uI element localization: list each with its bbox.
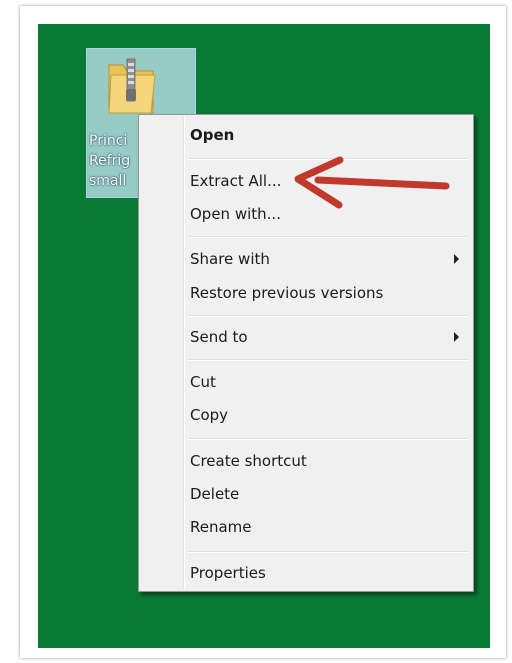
file-name-line-1: Princi: [89, 133, 128, 149]
menu-icon-gutter: [183, 117, 185, 589]
menu-item-label: Properties: [190, 564, 266, 582]
submenu-arrow-icon: [454, 254, 459, 264]
zip-folder-icon: [108, 58, 156, 114]
menu-item-label: Open: [190, 126, 235, 144]
menu-separator: [187, 438, 469, 440]
menu-item-copy[interactable]: Copy: [190, 401, 469, 429]
menu-item-label: Extract All...: [190, 172, 282, 190]
menu-item-label: Restore previous versions: [190, 284, 384, 302]
menu-item-label: Share with: [190, 250, 270, 268]
menu-item-label: Cut: [190, 373, 216, 391]
menu-separator: [187, 551, 469, 553]
menu-separator: [187, 315, 469, 317]
menu-separator: [187, 236, 469, 238]
context-menu: Open Extract All... Open with... Share w…: [138, 114, 474, 592]
menu-item-cut[interactable]: Cut: [190, 368, 469, 396]
menu-item-share-with[interactable]: Share with: [190, 245, 469, 273]
menu-item-send-to[interactable]: Send to: [190, 323, 469, 351]
menu-item-restore-previous-versions[interactable]: Restore previous versions: [190, 279, 469, 307]
menu-item-label: Send to: [190, 328, 248, 346]
menu-item-properties[interactable]: Properties: [190, 559, 469, 587]
menu-item-rename[interactable]: Rename: [190, 513, 469, 541]
menu-item-label: Delete: [190, 485, 240, 503]
submenu-arrow-icon: [454, 332, 459, 342]
file-name-line-2: Refrig: [89, 153, 131, 169]
file-name-label: Princi Refrig small: [89, 131, 139, 191]
menu-separator: [187, 359, 469, 361]
menu-item-open-with[interactable]: Open with...: [190, 200, 469, 228]
file-name-line-3: small: [89, 173, 127, 189]
menu-item-label: Copy: [190, 406, 229, 424]
menu-item-label: Open with...: [190, 205, 281, 223]
menu-item-label: Create shortcut: [190, 452, 307, 470]
menu-separator: [187, 158, 469, 160]
menu-item-open[interactable]: Open: [190, 121, 469, 149]
menu-item-create-shortcut[interactable]: Create shortcut: [190, 447, 469, 475]
menu-item-label: Rename: [190, 518, 252, 536]
menu-item-delete[interactable]: Delete: [190, 480, 469, 508]
menu-item-extract-all[interactable]: Extract All...: [190, 167, 469, 195]
